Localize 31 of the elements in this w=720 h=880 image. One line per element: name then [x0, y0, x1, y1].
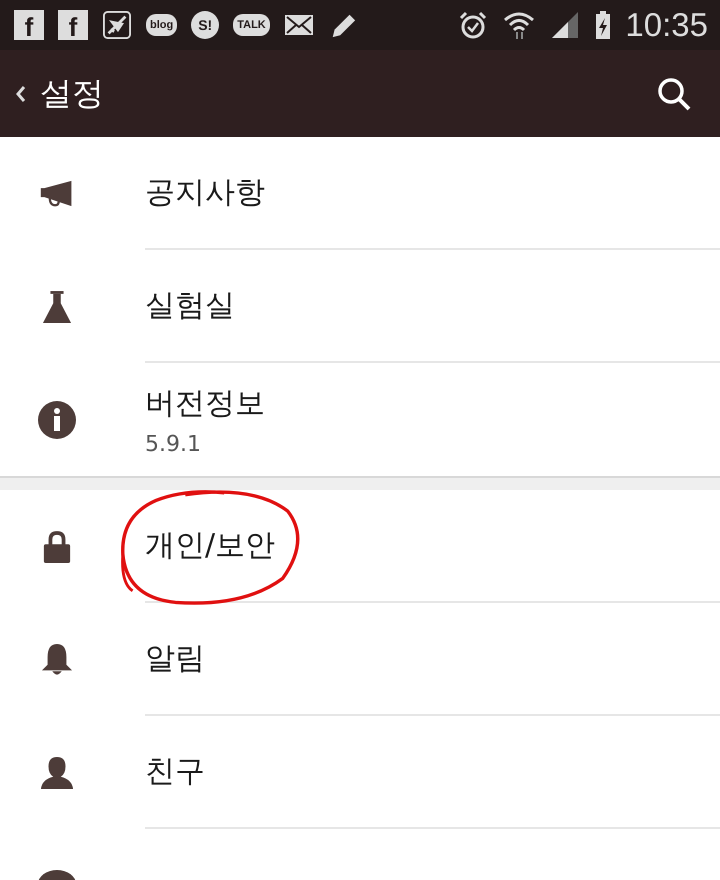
info-icon [38, 400, 76, 438]
notification-icon: TALK [233, 14, 270, 36]
back-icon[interactable] [14, 84, 26, 104]
wifi-icon [503, 10, 536, 40]
bell-icon [40, 642, 72, 678]
search-icon[interactable] [656, 76, 692, 112]
settings-item[interactable]: 알림 [0, 603, 720, 716]
settings-item[interactable]: 버전정보 5.9.1 [0, 363, 720, 476]
item-label: 개인/보안 [145, 528, 276, 563]
megaphone-icon [38, 179, 74, 208]
settings-item[interactable]: 실험실 [0, 250, 720, 363]
notification-icon: S! [191, 11, 220, 39]
screen-title: 설정 [40, 72, 105, 114]
battery-icon [595, 10, 612, 40]
version-number: 5.9.1 [145, 432, 202, 456]
item-label: 실험실 [145, 288, 235, 323]
settings-item[interactable]: 개인/보안 [0, 490, 720, 603]
item-label: 공지사항 [145, 175, 265, 210]
item-label: 버전정보 [145, 386, 265, 420]
settings-item[interactable]: 공지사항 [0, 137, 720, 250]
lock-icon [42, 530, 72, 564]
notification-icon: blog [146, 14, 178, 36]
notification-icon: f [58, 10, 88, 40]
item-label: 알림 [145, 641, 205, 676]
clock-time: 10:35 [625, 6, 708, 44]
flask-icon [42, 290, 72, 324]
settings-item[interactable]: 친구 [0, 716, 720, 829]
item-label: 친구 [145, 754, 205, 789]
notification-icon: f [14, 10, 44, 40]
airplane-icon [102, 11, 132, 39]
person-icon [40, 756, 74, 790]
